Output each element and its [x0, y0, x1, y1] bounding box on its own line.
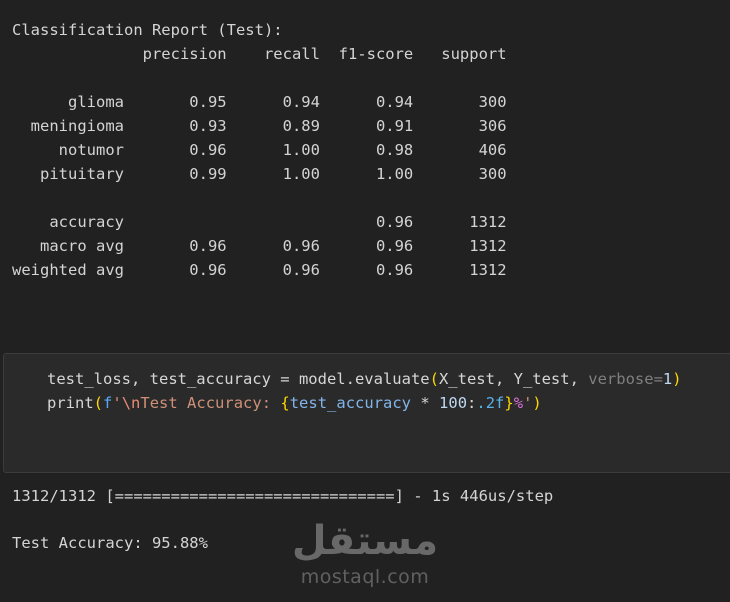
code-token-escape: \n: [121, 394, 141, 412]
code-token-plain: test_loss, test_accuracy = model.evaluat…: [47, 370, 430, 388]
notebook-output-screen: Classification Report (Test): precision …: [0, 0, 730, 602]
code-token-param: verbose=: [588, 370, 663, 388]
code-token-bracket: (: [93, 394, 104, 412]
watermark-domain: mostaql.com: [300, 566, 430, 588]
classification-report-table: Classification Report (Test): precision …: [12, 21, 507, 279]
code-token-plain: :: [467, 394, 477, 412]
code-token-bracket: ): [532, 394, 542, 412]
code-token-formatspec: .2f: [476, 394, 505, 412]
code-token-bracket: ): [672, 370, 682, 388]
code-token-string: ': [523, 394, 533, 412]
code-token-string: ': [112, 394, 122, 412]
code-token-fprefix: f: [103, 394, 113, 412]
code-token-bracket: (: [429, 370, 439, 388]
test-accuracy-output: Test Accuracy: 95.88%: [12, 534, 208, 552]
code-token-variable: test_accuracy: [289, 394, 421, 412]
code-token-plain: *: [420, 394, 440, 412]
progress-bar-output: 1312/1312 [=============================…: [12, 487, 554, 505]
code-token-bracket: {: [280, 394, 290, 412]
code-token-bracket: }: [504, 394, 514, 412]
code-line[interactable]: print(f'\nTest Accuracy: {test_accuracy …: [47, 391, 730, 415]
code-token-number: 100: [439, 394, 468, 412]
code-token-plain: print: [47, 394, 94, 412]
code-cell[interactable]: test_loss, test_accuracy = model.evaluat…: [3, 353, 730, 473]
code-token-plain: X_test, Y_test,: [438, 370, 589, 388]
code-token-number: 1: [662, 370, 673, 388]
code-token-string: Test Accuracy:: [140, 394, 281, 412]
code-token-percent: %: [513, 394, 524, 412]
code-editor-content[interactable]: test_loss, test_accuracy = model.evaluat…: [4, 354, 730, 415]
code-line[interactable]: test_loss, test_accuracy = model.evaluat…: [47, 367, 730, 391]
